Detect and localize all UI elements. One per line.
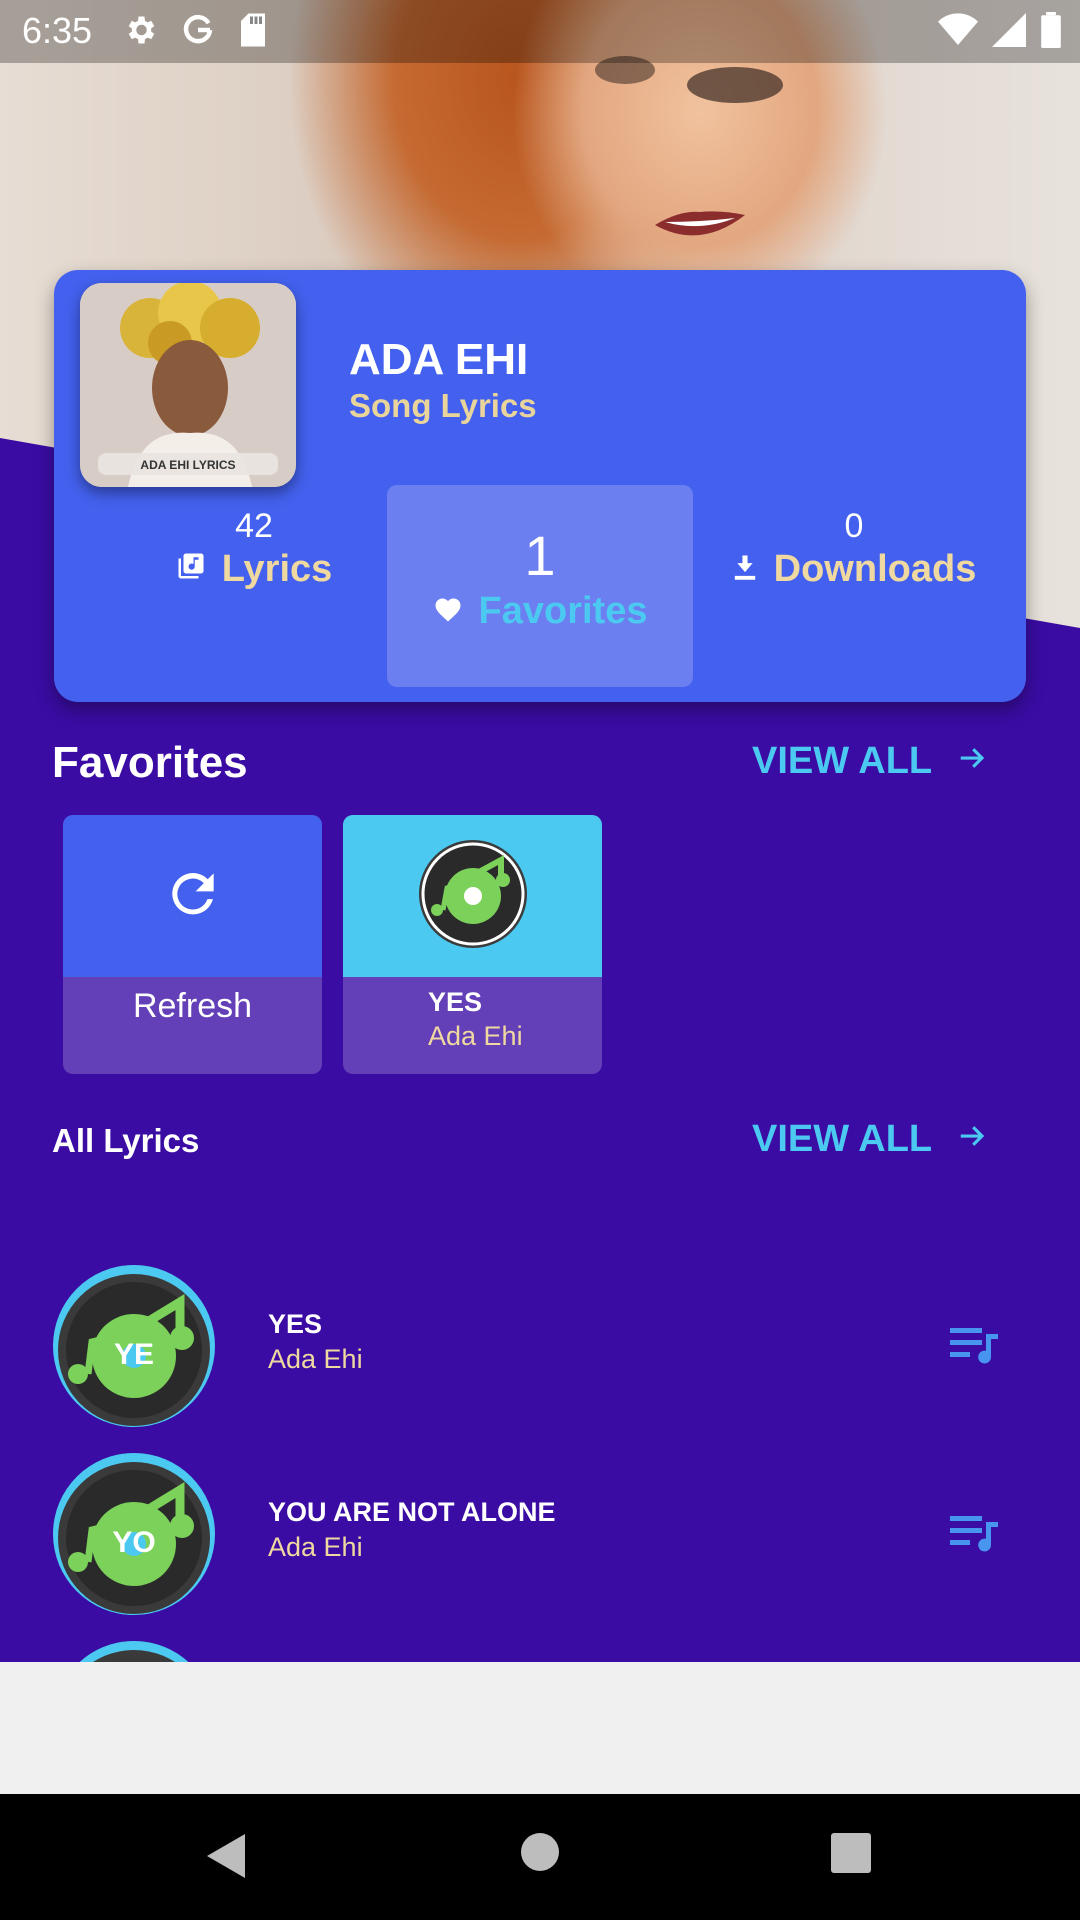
favorites-count: 1 (524, 524, 556, 587)
music-disc-icon (79, 1641, 189, 1662)
view-all-label: VIEW ALL (752, 1118, 933, 1160)
playlist-add-icon[interactable] (950, 1514, 998, 1554)
settings-icon (122, 12, 158, 53)
refresh-label: Refresh (132, 987, 253, 1025)
favorites-section-title: Favorites (52, 738, 248, 787)
stat-downloads[interactable]: 0 Downloads (704, 485, 1004, 687)
system-navigation-bar (0, 1794, 1080, 1920)
stat-favorites[interactable]: 1 Favorites (387, 485, 693, 687)
nav-back-icon[interactable] (205, 1832, 247, 1880)
heart-icon (433, 590, 463, 633)
signal-icon (992, 13, 1026, 52)
app-subtitle: Song Lyrics (349, 387, 537, 424)
view-all-label: VIEW ALL (752, 740, 933, 782)
favorite-item-title: YES (428, 987, 483, 1017)
music-library-icon (176, 548, 206, 591)
nav-home-icon[interactable] (520, 1832, 560, 1872)
empty-bottom-area (0, 1662, 1080, 1794)
lyrics-count: 42 (235, 507, 273, 545)
nav-recents-icon[interactable] (830, 1832, 872, 1874)
lyric-badge: YO (112, 1526, 155, 1559)
stat-lyrics[interactable]: 42 Lyrics (114, 485, 394, 687)
battery-icon (1040, 12, 1062, 53)
download-icon (732, 548, 758, 591)
all-lyrics-view-all-button[interactable]: VIEW ALL (752, 1118, 988, 1161)
favorite-item-tile[interactable]: YES Ada Ehi (343, 815, 602, 1074)
wifi-icon (938, 13, 978, 52)
favorite-item-artist: Ada Ehi (428, 1021, 523, 1051)
music-disc-icon: YO (53, 1453, 215, 1615)
status-time: 6:35 (22, 10, 93, 51)
album-cover-image: ADA EHI LYRICS (80, 283, 296, 487)
music-disc-icon: YE (53, 1265, 215, 1427)
google-icon (180, 12, 216, 53)
lyric-artist: Ada Ehi (268, 1344, 363, 1374)
downloads-count: 0 (844, 507, 864, 545)
lyrics-list-item[interactable]: YO YOU ARE NOT ALONE Ada Ehi (0, 1452, 1080, 1622)
lyric-title: YOU ARE NOT ALONE (268, 1497, 556, 1527)
favorites-label: Favorites (478, 590, 648, 632)
lyrics-label: Lyrics (221, 548, 333, 590)
lyric-badge: YE (114, 1338, 154, 1371)
arrow-right-icon (956, 1118, 988, 1161)
downloads-label: Downloads (773, 548, 977, 590)
playlist-add-icon[interactable] (950, 1326, 998, 1366)
music-disc-icon (417, 838, 529, 955)
arrow-right-icon (956, 740, 988, 783)
cover-caption: ADA EHI LYRICS (140, 458, 235, 472)
refresh-tile[interactable]: Refresh (63, 815, 322, 1074)
favorites-view-all-button[interactable]: VIEW ALL (752, 740, 988, 783)
lyric-artist: Ada Ehi (268, 1532, 363, 1562)
lyrics-list-item[interactable]: YE YES Ada Ehi (0, 1264, 1080, 1434)
lyric-title: YES (268, 1309, 323, 1339)
lyrics-list-item-partial[interactable] (0, 1640, 1080, 1662)
artist-name: ADA EHI (349, 335, 529, 384)
refresh-icon (162, 863, 224, 930)
all-lyrics-section-title: All Lyrics (52, 1122, 200, 1159)
artist-profile-card: ADA EHI LYRICS ADA EHI Song Lyrics 42 Ly… (54, 270, 1026, 702)
sdcard-icon (238, 12, 268, 53)
status-bar: 6:35 (0, 0, 1080, 63)
